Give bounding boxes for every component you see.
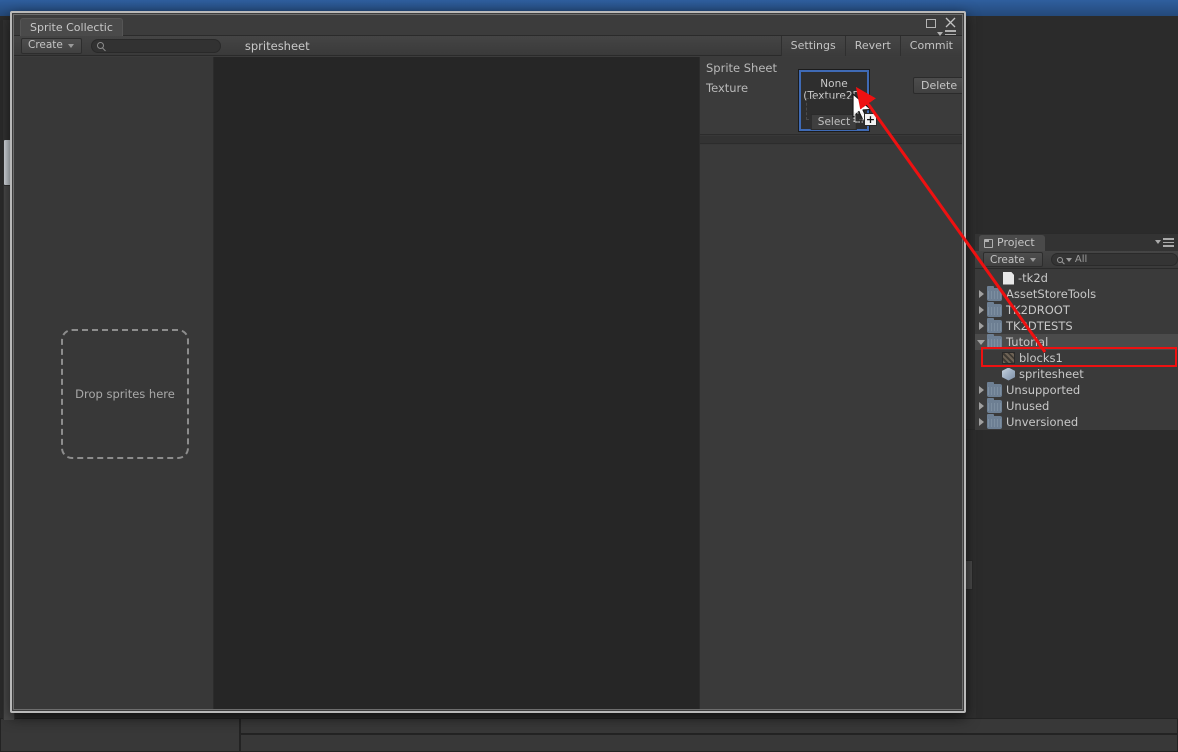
inspector-body[interactable] — [700, 145, 962, 709]
prefab-icon — [1002, 367, 1015, 381]
tree-item-label: Unsupported — [1006, 382, 1081, 397]
project-create-label: Create — [990, 253, 1025, 266]
tree-item-assetstoretools[interactable]: AssetStoreTools — [975, 285, 1178, 302]
close-icon[interactable] — [945, 17, 956, 28]
window-controls — [925, 17, 956, 28]
tree-item-unused[interactable]: Unused — [975, 397, 1178, 414]
tree-item-unsupported[interactable]: Unsupported — [975, 381, 1178, 398]
tab-project[interactable]: Project — [979, 235, 1045, 251]
tree-item-unversioned[interactable]: Unversioned — [975, 413, 1178, 430]
project-tab-icon — [984, 238, 993, 248]
project-tree: -tk2d AssetStoreTools TK2DROOT TK2DTESTS Tut… — [975, 269, 1178, 430]
chevron-right-icon[interactable] — [975, 290, 987, 298]
chevron-right-icon[interactable] — [975, 306, 987, 314]
chevron-down-icon — [67, 43, 74, 48]
project-search-input[interactable]: All — [1050, 253, 1178, 266]
tree-item-tk2dtests[interactable]: TK2DTESTS — [975, 317, 1178, 334]
texture-icon — [1002, 352, 1015, 364]
chevron-right-icon[interactable] — [975, 418, 987, 426]
tab-label: Sprite Collectic — [30, 21, 113, 34]
maximize-icon[interactable] — [925, 17, 936, 28]
sprite-preview-canvas[interactable] — [214, 57, 700, 709]
project-tabstrip: Project — [975, 234, 1178, 251]
tree-item-tutorial[interactable]: Tutorial — [975, 333, 1178, 350]
project-create-button[interactable]: Create — [983, 252, 1043, 267]
collection-toolbar: Create spritesheet Settings Revert Commi… — [14, 35, 962, 56]
settings-button[interactable]: Settings — [780, 35, 845, 56]
project-search-value: All — [1074, 254, 1088, 265]
project-menu-icon[interactable] — [1155, 238, 1174, 247]
tree-item-label: -tk2d — [1018, 270, 1048, 285]
delete-button[interactable]: Delete — [913, 77, 962, 94]
chevron-right-icon[interactable] — [975, 402, 987, 410]
search-icon — [1056, 256, 1063, 263]
background-panel-bottom-mid — [240, 718, 1178, 734]
revert-button[interactable]: Revert — [844, 35, 900, 56]
tree-item-label: TK2DTESTS — [1006, 318, 1073, 333]
drag-copy-badge: + — [864, 113, 877, 126]
folder-icon — [987, 317, 1002, 333]
window-inner: Sprite Collectic Create spritesheet Sett… — [13, 14, 963, 710]
tree-item-label: blocks1 — [1019, 350, 1063, 365]
folder-icon — [987, 301, 1002, 317]
chevron-right-icon[interactable] — [975, 322, 987, 330]
tree-item-label: Unused — [1006, 398, 1050, 413]
background-panel-bottom-strip — [240, 734, 1178, 752]
section-title: Sprite Sheet — [706, 61, 778, 75]
create-button[interactable]: Create — [21, 37, 82, 54]
project-tab-label: Project — [997, 236, 1035, 249]
sprite-list-pane[interactable]: Drop sprites here — [14, 57, 214, 709]
folder-icon — [987, 413, 1002, 429]
tree-item-label: Unversioned — [1006, 414, 1079, 429]
background-panel-bottom-left — [0, 718, 240, 752]
tree-item-label: AssetStoreTools — [1006, 286, 1097, 301]
project-toolbar: Create All — [975, 251, 1178, 269]
tree-item-label: Tutorial — [1006, 334, 1049, 349]
window-tabstrip: Sprite Collectic — [14, 15, 962, 39]
tree-item-spritesheet[interactable]: spritesheet — [975, 366, 1178, 382]
tree-item-tk2d[interactable]: -tk2d — [975, 270, 1178, 286]
inspector-pane: Sprite Sheet Texture None (Texture2D) Se… — [700, 57, 962, 709]
sprite-sheet-section: Sprite Sheet Texture None (Texture2D) Se… — [700, 57, 962, 135]
inspector-separator — [700, 136, 962, 144]
chevron-down-icon — [1029, 257, 1036, 262]
search-filter-chevron-icon — [1065, 257, 1072, 262]
tree-item-label: TK2DROOT — [1006, 302, 1070, 317]
create-label: Create — [28, 39, 63, 51]
folder-icon — [987, 397, 1002, 413]
screen: Sprite Collectic Create spritesheet Sett… — [0, 0, 1178, 752]
chevron-down-icon[interactable] — [975, 339, 987, 345]
sprite-dropzone[interactable]: Drop sprites here — [61, 329, 189, 459]
dropzone-label: Drop sprites here — [75, 387, 175, 401]
search-icon — [96, 42, 104, 49]
tree-item-label: spritesheet — [1019, 366, 1084, 381]
commit-button[interactable]: Commit — [899, 35, 962, 56]
tree-item-blocks1[interactable]: blocks1 — [975, 350, 1178, 366]
window-body: Drop sprites here Sprite Sheet Texture N… — [14, 57, 962, 709]
folder-icon — [987, 333, 1002, 349]
chevron-down-icon — [1155, 240, 1161, 245]
object-field-line1: None — [820, 78, 848, 90]
document-icon — [1003, 271, 1014, 285]
tree-item-tk2droot[interactable]: TK2DROOT — [975, 301, 1178, 318]
hamburger-icon — [1163, 238, 1174, 247]
project-panel: Project Create All -tk2d AssetStoreTools T… — [975, 233, 1178, 430]
toolbar-actions: Settings Revert Commit — [780, 35, 962, 56]
collection-name: spritesheet — [244, 38, 310, 53]
tab-sprite-collection[interactable]: Sprite Collectic — [20, 18, 123, 36]
chevron-right-icon[interactable] — [975, 386, 987, 394]
sprite-collection-window: Sprite Collectic Create spritesheet Sett… — [10, 11, 966, 713]
search-input[interactable] — [90, 38, 221, 53]
folder-icon — [987, 285, 1002, 301]
texture-label: Texture — [706, 81, 749, 95]
folder-icon — [987, 381, 1002, 397]
